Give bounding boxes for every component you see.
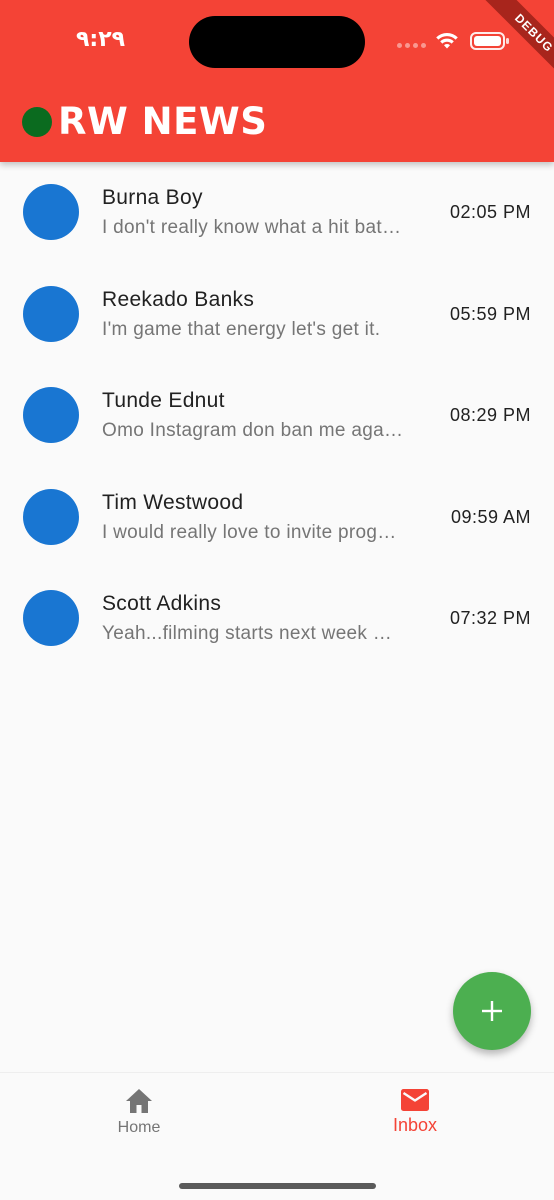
app-title: RW NEWS — [58, 100, 268, 143]
message-time: 08:29 PM — [449, 405, 531, 425]
avatar — [23, 285, 79, 342]
mail-icon — [401, 1089, 429, 1111]
home-icon — [126, 1089, 152, 1113]
wifi-icon — [436, 32, 458, 49]
sender-name: Reekado Banks — [102, 287, 255, 311]
sender-name: Burna Boy — [102, 186, 203, 209]
battery-icon — [470, 32, 509, 50]
avatar — [23, 387, 79, 443]
status-time: ٩:٢٩ — [76, 27, 126, 52]
message-time: 02:05 PM — [449, 202, 531, 222]
message-time: 07:32 PM — [449, 608, 531, 628]
avatar — [23, 184, 79, 240]
cellular-signal-icon — [397, 43, 426, 48]
message-preview: I would really love to invite prog… — [102, 521, 397, 543]
list-item[interactable]: Tunde Ednut Omo Instagram don ban me aga… — [0, 365, 554, 467]
nav-item-home[interactable]: Home — [79, 1087, 199, 1137]
nav-label-inbox: Inbox — [392, 1115, 438, 1135]
sender-name: Tim Westwood — [102, 490, 244, 514]
sender-name: Scott Adkins — [102, 592, 222, 615]
sender-name: Tunde Ednut — [102, 389, 225, 412]
list-item[interactable]: Reekado Banks I'm game that energy let's… — [0, 264, 554, 366]
message-time: 05:59 PM — [449, 303, 531, 324]
message-time: 09:59 AM — [450, 506, 531, 527]
message-preview: I don't really know what a hit bat… — [102, 217, 402, 238]
plus-icon — [482, 1001, 502, 1021]
message-preview: Omo Instagram don ban me aga… — [102, 420, 404, 441]
nav-item-inbox[interactable]: Inbox — [355, 1087, 475, 1136]
bottom-navigation: Home Inbox — [0, 1072, 554, 1200]
app-screen: ٩:٢٩ DEBUG RW NEWS Burna Boy I don't rea… — [0, 0, 554, 1200]
avatar — [23, 488, 79, 545]
header-logo-dot — [22, 107, 52, 137]
list-item[interactable]: Tim Westwood I would really love to invi… — [0, 467, 554, 569]
app-header: ٩:٢٩ DEBUG RW NEWS — [0, 0, 554, 162]
home-indicator[interactable] — [179, 1183, 376, 1189]
list-item[interactable]: Scott Adkins Yeah...filming starts next … — [0, 568, 554, 670]
message-preview: Yeah...filming starts next week … — [102, 623, 393, 644]
list-item[interactable]: Burna Boy I don't really know what a hit… — [0, 162, 554, 264]
message-list: Burna Boy I don't really know what a hit… — [0, 162, 554, 670]
dynamic-island — [189, 16, 365, 68]
nav-label-home: Home — [117, 1119, 161, 1136]
avatar — [23, 590, 79, 646]
add-message-button[interactable] — [453, 972, 531, 1050]
message-preview: I'm game that energy let's get it. — [102, 318, 381, 340]
